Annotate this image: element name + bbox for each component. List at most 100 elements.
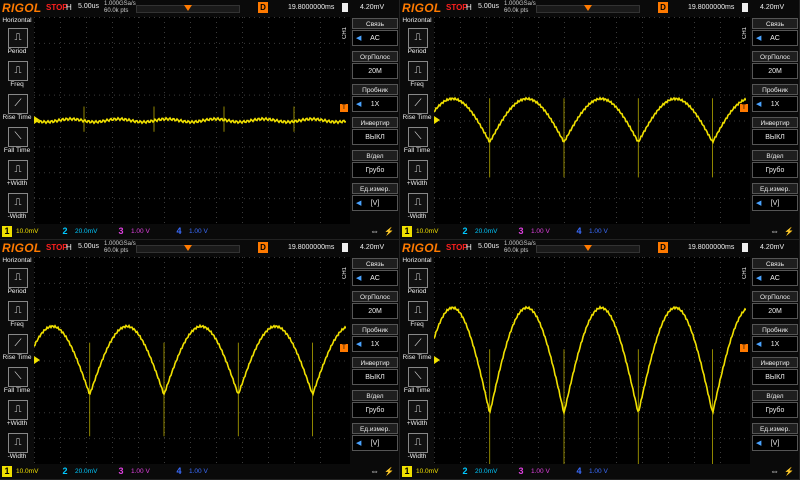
measure-item[interactable]: ⎍ -Width [2, 431, 32, 465]
channel-menu-item[interactable]: Связь ◀ AC [752, 258, 798, 288]
channel-menu-item[interactable]: В/дел Грубо [352, 390, 398, 420]
trigger-position-marker[interactable] [184, 245, 192, 251]
waveform-display[interactable] [34, 17, 346, 224]
measure-item[interactable]: ⎍ Period [2, 266, 32, 300]
measure-item[interactable]: ⎍ +Width [2, 398, 32, 432]
channel-scale[interactable]: 1.00 V [531, 228, 550, 235]
channel-scale[interactable]: 20.0mV [75, 228, 97, 235]
channel-menu-item[interactable]: Связь ◀ AC [752, 18, 798, 48]
trigger-level[interactable]: 4.20mV [760, 4, 784, 11]
delay-value[interactable]: 19.8000000ms [688, 4, 734, 11]
channel-number[interactable]: 4 [574, 226, 584, 237]
channel-number[interactable]: 3 [116, 226, 126, 237]
timebase-value[interactable]: 5.00us [78, 3, 99, 10]
channel-menu-item[interactable]: ОгрПолос 20M [752, 51, 798, 81]
channel-menu-item[interactable]: Связь ◀ AC [352, 258, 398, 288]
measure-item[interactable]: ⟋ Rise Time [402, 332, 432, 366]
trigger-level-marker[interactable]: T [740, 104, 748, 112]
channel-number[interactable]: 3 [116, 466, 126, 477]
timebase-value[interactable]: 5.00us [478, 243, 499, 250]
delay-value[interactable]: 19.8000000ms [288, 244, 334, 251]
channel-scale[interactable]: 1.00 V [131, 468, 150, 475]
trigger-level[interactable]: 4.20mV [760, 244, 784, 251]
channel-menu-item[interactable]: Связь ◀ AC [352, 18, 398, 48]
trigger-level[interactable]: 4.20mV [360, 244, 384, 251]
measure-item[interactable]: ⟋ Rise Time [2, 332, 32, 366]
measure-item[interactable]: ⎍ Freq [402, 59, 432, 93]
channel-menu-item[interactable]: Инвертир ВЫКЛ [352, 117, 398, 147]
channel-number[interactable]: 3 [516, 226, 526, 237]
channel-scale[interactable]: 20.0mV [475, 468, 497, 475]
channel-number[interactable]: 1 [402, 466, 412, 477]
menu-item-value[interactable]: ВЫКЛ [752, 369, 798, 385]
menu-item-value[interactable]: Грубо [752, 162, 798, 178]
channel-number[interactable]: 4 [174, 226, 184, 237]
ch1-offset-marker[interactable] [34, 116, 40, 124]
menu-item-value[interactable]: ◀ 1X [752, 336, 798, 352]
waveform-display[interactable] [34, 257, 346, 464]
menu-item-value[interactable]: ◀ AC [752, 30, 798, 46]
measure-item[interactable]: ⟋ Rise Time [2, 92, 32, 126]
measure-item[interactable]: ⎍ Period [2, 26, 32, 60]
delay-value[interactable]: 19.8000000ms [288, 4, 334, 11]
timebase-value[interactable]: 5.00us [78, 243, 99, 250]
channel-menu-item[interactable]: Пробник ◀ 1X [752, 84, 798, 114]
menu-item-value[interactable]: ◀ [V] [752, 195, 798, 211]
trigger-position-bar[interactable] [136, 5, 240, 13]
channel-menu-item[interactable]: В/дел Грубо [752, 150, 798, 180]
measure-item[interactable]: ⎍ -Width [402, 431, 432, 465]
channel-menu-item[interactable]: Ед.измер. ◀ [V] [752, 183, 798, 213]
menu-item-value[interactable]: ◀ 1X [352, 336, 398, 352]
channel-scale[interactable]: 1.00 V [589, 228, 608, 235]
trigger-level-marker[interactable]: T [340, 104, 348, 112]
channel-number[interactable]: 2 [460, 466, 470, 477]
channel-scale[interactable]: 10.0mV [416, 468, 438, 475]
channel-menu-item[interactable]: ОгрПолос 20M [752, 291, 798, 321]
trigger-level-marker[interactable]: T [740, 344, 748, 352]
channel-menu-item[interactable]: В/дел Грубо [752, 390, 798, 420]
waveform-display[interactable] [434, 257, 746, 464]
channel-menu-item[interactable]: Пробник ◀ 1X [752, 324, 798, 354]
menu-item-value[interactable]: ВЫКЛ [752, 129, 798, 145]
menu-item-value[interactable]: 20M [352, 63, 398, 79]
delay-value[interactable]: 19.8000000ms [688, 244, 734, 251]
menu-item-value[interactable]: 20M [752, 303, 798, 319]
channel-scale[interactable]: 1.00 V [531, 468, 550, 475]
channel-scale[interactable]: 20.0mV [475, 228, 497, 235]
menu-item-value[interactable]: ◀ 1X [752, 96, 798, 112]
channel-number[interactable]: 3 [516, 466, 526, 477]
channel-menu-item[interactable]: Инвертир ВЫКЛ [752, 357, 798, 387]
measure-item[interactable]: ⎍ Period [402, 26, 432, 60]
menu-item-value[interactable]: Грубо [752, 402, 798, 418]
run-state[interactable]: STOP [446, 243, 468, 252]
channel-scale[interactable]: 1.00 V [189, 228, 208, 235]
trigger-position-marker[interactable] [584, 5, 592, 11]
trigger-position-bar[interactable] [136, 245, 240, 253]
menu-item-value[interactable]: ◀ 1X [352, 96, 398, 112]
ch1-offset-marker[interactable] [434, 116, 440, 124]
measure-item[interactable]: ⎍ Period [402, 266, 432, 300]
channel-scale[interactable]: 1.00 V [189, 468, 208, 475]
channel-menu-item[interactable]: В/дел Грубо [352, 150, 398, 180]
menu-item-value[interactable]: ◀ AC [352, 270, 398, 286]
channel-scale[interactable]: 10.0mV [16, 468, 38, 475]
measure-item[interactable]: ⎍ +Width [402, 158, 432, 192]
menu-item-value[interactable]: ◀ AC [752, 270, 798, 286]
trigger-level[interactable]: 4.20mV [360, 4, 384, 11]
channel-scale[interactable]: 10.0mV [416, 228, 438, 235]
measure-item[interactable]: ⟍ Fall Time [402, 125, 432, 159]
measure-item[interactable]: ⟍ Fall Time [2, 365, 32, 399]
channel-menu-item[interactable]: Пробник ◀ 1X [352, 324, 398, 354]
timebase-value[interactable]: 5.00us [478, 3, 499, 10]
trigger-position-marker[interactable] [184, 5, 192, 11]
measure-item[interactable]: ⟍ Fall Time [402, 365, 432, 399]
measure-item[interactable]: ⎍ Freq [402, 299, 432, 333]
trigger-position-marker[interactable] [584, 245, 592, 251]
channel-number[interactable]: 2 [60, 466, 70, 477]
menu-item-value[interactable]: ВЫКЛ [352, 369, 398, 385]
channel-menu-item[interactable]: Пробник ◀ 1X [352, 84, 398, 114]
channel-number[interactable]: 1 [2, 466, 12, 477]
channel-menu-item[interactable]: Ед.измер. ◀ [V] [352, 183, 398, 213]
menu-item-value[interactable]: ◀ [V] [752, 435, 798, 451]
ch1-offset-marker[interactable] [34, 356, 40, 364]
